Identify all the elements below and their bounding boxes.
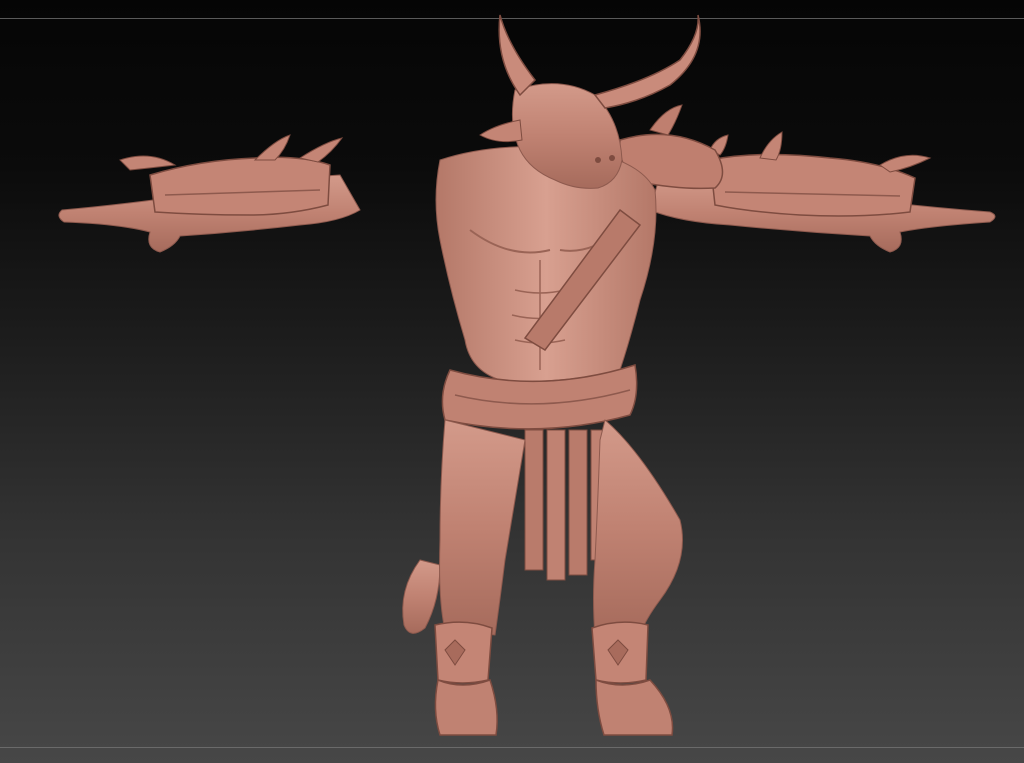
left-gauntlet-spike-2 [253,134,291,161]
bull-ear [479,119,523,143]
left-hoof [434,678,498,736]
left-gauntlet-spike-3 [298,137,344,163]
document-canvas[interactable] [0,0,1024,763]
left-gauntlet-spike-1 [119,155,177,171]
right-horn [593,14,701,109]
left-leg [439,419,526,636]
right-hoof [595,678,674,736]
left-horn [498,14,536,97]
tail [402,559,441,634]
minotaur-sculpt-model[interactable] [0,0,1024,763]
right-gauntlet-spike-1 [879,154,932,173]
right-leg [593,419,683,636]
left-gauntlet-armor [149,156,331,216]
